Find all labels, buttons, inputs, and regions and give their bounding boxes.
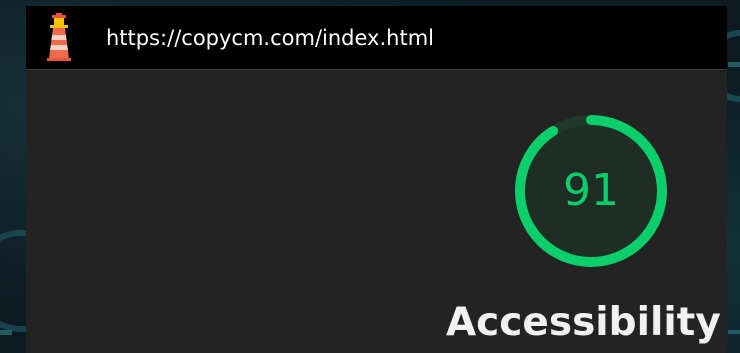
lighthouse-icon <box>44 13 74 61</box>
page-url: https://copycm.com/index.html <box>106 26 434 50</box>
background-line-decoration <box>0 330 12 335</box>
background-line-decoration <box>728 330 740 334</box>
gauge-category-title[interactable]: Accessibility <box>446 300 727 346</box>
report-window: https://copycm.com/index.html 91 Accessi… <box>26 6 727 353</box>
gauge-score-value: 91 <box>563 165 619 216</box>
window-titlebar[interactable]: https://copycm.com/index.html <box>26 6 727 70</box>
background-line-decoration <box>728 62 740 67</box>
